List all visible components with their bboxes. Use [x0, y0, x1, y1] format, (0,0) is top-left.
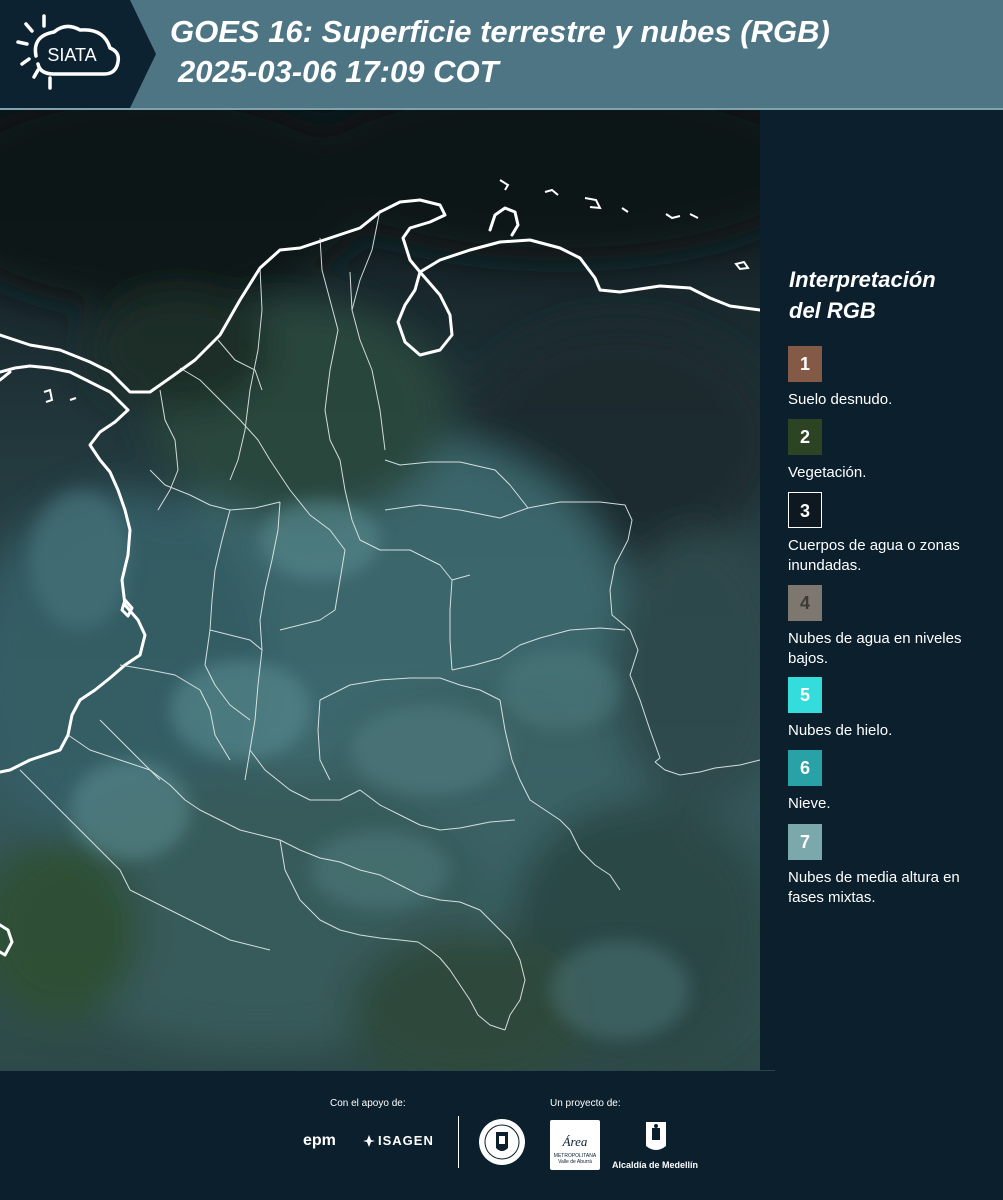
alcaldia-medellin-label: Alcaldía de Medellín: [612, 1160, 699, 1170]
epm-logo: epm: [303, 1132, 336, 1149]
siata-logo-block: SIATA: [0, 0, 130, 108]
alcaldia-shield-icon: [646, 1122, 666, 1150]
legend-title-line2: del RGB: [789, 298, 876, 323]
footer-vertical-divider: [458, 1116, 459, 1168]
legend-item-1: 1 Suelo desnudo.: [788, 346, 998, 410]
isagen-logo: ISAGEN: [378, 1133, 434, 1148]
svg-text:SIATA: SIATA: [47, 45, 96, 65]
legend-item-7: 7 Nubes de media altura en fases mixtas.: [788, 824, 998, 908]
legend-swatch-1: 1: [788, 346, 822, 382]
area-logo-text: Área: [562, 1134, 588, 1149]
legend-label-4: Nubes de agua en niveles bajos.: [788, 630, 962, 667]
satellite-map[interactable]: [0, 110, 760, 1070]
header-bar: SIATA GOES 16: Superficie terrestre y nu…: [0, 0, 1003, 108]
legend-title-line1: Interpretación: [789, 267, 936, 292]
legend-label-5: Nubes de hielo.: [788, 722, 893, 739]
footer: Con el apoyo de: Un proyecto de: epm ISA…: [0, 1070, 1003, 1200]
siata-logo-icon: SIATA: [16, 14, 121, 90]
legend-label-3: Cuerpos de agua o zonas inundadas.: [788, 537, 960, 574]
legend-swatch-6: 6: [788, 750, 822, 786]
legend-item-5: 5 Nubes de hielo.: [788, 677, 998, 741]
isagen-logo-icon: [363, 1135, 375, 1147]
support-label: Con el apoyo de:: [330, 1098, 406, 1109]
area-metropolitana-logo: Área METROPOLITANA Valle de Aburrá: [550, 1120, 600, 1170]
logo-arrow-shape: [130, 0, 156, 108]
legend-item-2: 2 Vegetación.: [788, 419, 998, 483]
medellin-seal-icon: [479, 1119, 525, 1165]
legend-swatch-3: 3: [788, 492, 822, 528]
legend-label-6: Nieve.: [788, 795, 831, 812]
legend-label-1: Suelo desnudo.: [788, 391, 893, 408]
project-label: Un proyecto de:: [550, 1098, 621, 1109]
legend-item-3: 3 Cuerpos de agua o zonas inundadas.: [788, 492, 998, 576]
legend-item-4: 4 Nubes de agua en niveles bajos.: [788, 585, 998, 669]
legend-swatch-4: 4: [788, 585, 822, 621]
legend-title: Interpretación del RGB: [789, 264, 989, 326]
legend-swatch-2: 2: [788, 419, 822, 455]
legend-label-7: Nubes de media altura en fases mixtas.: [788, 869, 960, 906]
legend-panel: Interpretación del RGB 1 Suelo desnudo. …: [760, 110, 1003, 1070]
legend-swatch-7: 7: [788, 824, 822, 860]
footer-divider-line: [0, 1070, 775, 1071]
legend-swatch-5: 5: [788, 677, 822, 713]
area-logo-subtext: METROPOLITANA Valle de Aburrá: [553, 1153, 597, 1165]
page-title: GOES 16: Superficie terrestre y nubes (R…: [170, 14, 830, 49]
page-timestamp: 2025-03-06 17:09 COT: [178, 54, 499, 89]
legend-label-2: Vegetación.: [788, 464, 867, 481]
satellite-map-svg: [0, 110, 760, 1070]
legend-item-6: 6 Nieve.: [788, 750, 998, 814]
